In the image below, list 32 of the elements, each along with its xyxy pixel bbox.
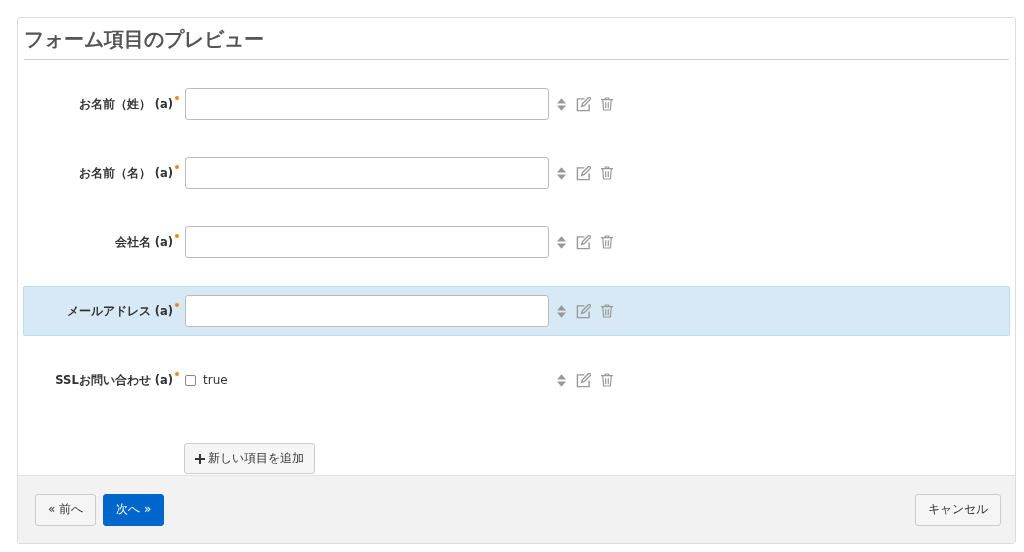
field-label: お名前（名） (a) bbox=[78, 165, 173, 181]
plus-icon bbox=[195, 453, 205, 464]
cancel-button[interactable]: キャンセル bbox=[915, 493, 1001, 526]
text-field[interactable] bbox=[185, 157, 549, 189]
field-label: お名前（姓） (a) bbox=[78, 96, 173, 112]
sort-icon[interactable] bbox=[557, 97, 566, 111]
text-field[interactable] bbox=[185, 226, 549, 258]
edit-icon[interactable] bbox=[576, 303, 591, 319]
edit-icon[interactable] bbox=[576, 372, 591, 388]
field-label: SSLお問い合わせ (a) bbox=[55, 372, 173, 388]
sort-icon[interactable] bbox=[557, 373, 566, 387]
trash-icon[interactable] bbox=[601, 97, 613, 111]
edit-icon[interactable] bbox=[576, 96, 591, 112]
edit-icon[interactable] bbox=[576, 165, 591, 181]
add-item-button[interactable]: 新しい項目を追加 bbox=[184, 443, 315, 474]
trash-icon[interactable] bbox=[601, 304, 613, 318]
sort-icon[interactable] bbox=[557, 235, 566, 249]
checkbox[interactable] bbox=[185, 374, 196, 386]
checkbox-label: true bbox=[203, 373, 228, 387]
edit-icon[interactable] bbox=[576, 234, 591, 250]
trash-icon[interactable] bbox=[601, 166, 613, 180]
next-button[interactable]: 次へ » bbox=[103, 493, 165, 526]
panel-title: フォーム項目のプレビュー bbox=[24, 27, 264, 51]
field-label: 会社名 (a) bbox=[114, 234, 173, 250]
trash-icon[interactable] bbox=[601, 235, 613, 249]
text-field[interactable] bbox=[185, 88, 549, 120]
field-label: メールアドレス (a) bbox=[66, 303, 173, 319]
trash-icon[interactable] bbox=[601, 373, 613, 387]
previous-button[interactable]: « 前へ bbox=[35, 493, 97, 526]
sort-icon[interactable] bbox=[557, 166, 566, 180]
sort-icon[interactable] bbox=[557, 304, 566, 318]
text-field[interactable] bbox=[185, 295, 549, 327]
